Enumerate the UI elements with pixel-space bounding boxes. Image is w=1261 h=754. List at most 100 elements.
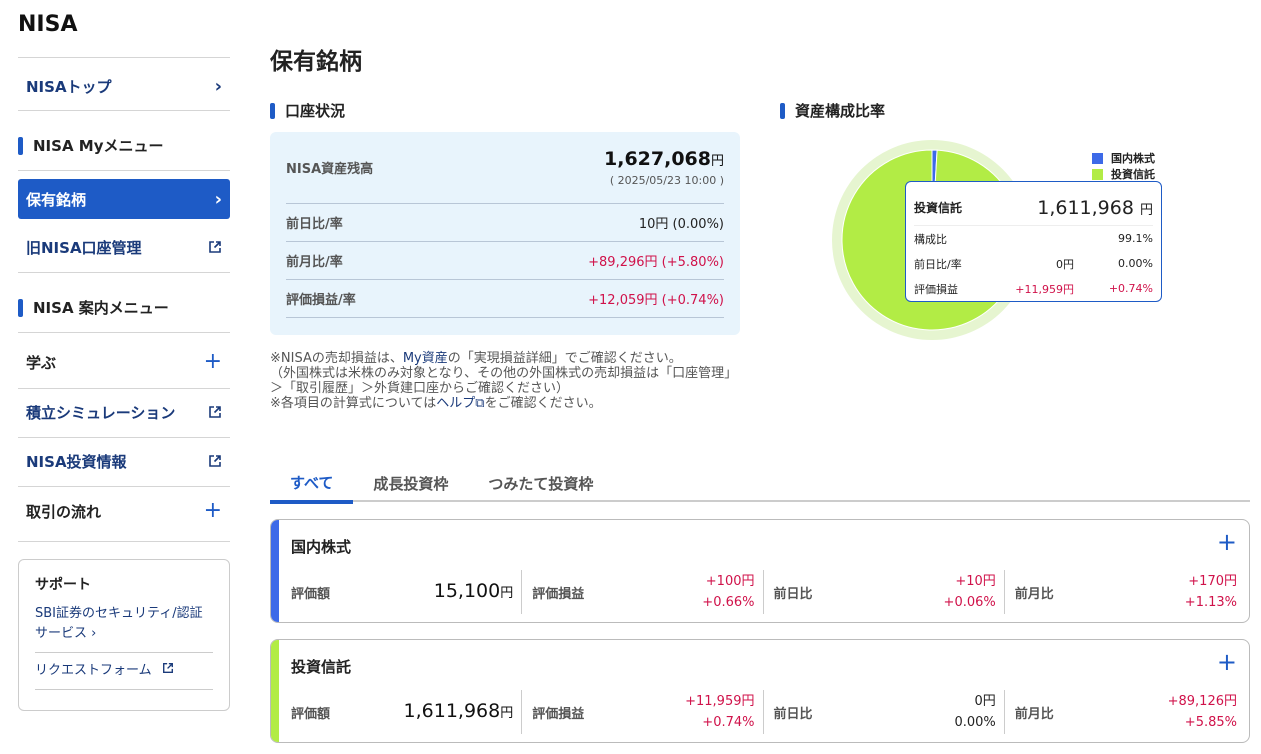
account-section-title: 口座状況 <box>270 100 345 121</box>
section-guide-menu: NISA 案内メニュー <box>18 297 169 318</box>
holding-metrics: 評価額 15,100円 評価損益 +100円 +0.66% 前日比 +10円 +0.… <box>291 570 1237 614</box>
holding-name: 国内株式 <box>291 538 352 556</box>
section-bar <box>18 136 23 155</box>
help-link[interactable]: ヘルプ <box>436 396 475 411</box>
section-bar <box>270 102 275 119</box>
row-value: +12,059円 (+0.74%) <box>588 293 724 308</box>
month-change-row: 前月比/率 +89,296円 (+5.80%) <box>286 242 724 280</box>
metric-label: 評価損益 <box>532 586 585 602</box>
tooltip-row-label: 前日比/率 <box>914 257 962 271</box>
divider <box>18 437 230 438</box>
chart-legend: 国内株式 投資信託 <box>1092 150 1155 182</box>
metric-amount: +10円 <box>955 574 996 589</box>
tooltip-row-v1: 0円 <box>1056 257 1074 271</box>
legend-swatch <box>1092 168 1103 180</box>
tooltip-value: 1,611,968 円 <box>1037 197 1153 219</box>
row-label: 評価損益/率 <box>286 293 356 308</box>
tab-tsumitate[interactable]: つみたて投資枠 <box>468 464 613 502</box>
row-value: +89,296円 (+5.80%) <box>588 255 724 270</box>
legend-label: 投資信託 <box>1111 168 1155 181</box>
tooltip-row: 評価損益 +11,959円 +0.74% <box>914 276 1153 301</box>
metric-value: +170円 +1.13% <box>1185 571 1237 613</box>
metric-day: 前日比 0円 0.00% <box>774 690 1005 734</box>
chevron-right-icon: › <box>91 626 97 641</box>
row-label: 前月比/率 <box>286 255 343 270</box>
metric-pct: +5.85% <box>1184 715 1237 730</box>
metric-label: 評価損益 <box>532 706 585 722</box>
divider <box>18 541 230 542</box>
tab-growth[interactable]: 成長投資枠 <box>353 464 468 502</box>
tooltip-row-v1: +11,959円 <box>1015 282 1074 296</box>
expand-plus-icon[interactable]: + <box>1217 650 1237 674</box>
security-link[interactable]: SBI証券のセキュリティ/認証サービス › <box>35 604 213 644</box>
sidebar-item-invest-info[interactable]: NISA投資情報 <box>18 441 230 481</box>
chevron-right-icon: › <box>214 188 222 210</box>
sidebar-item-trade-flow[interactable]: 取引の流れ + <box>18 491 230 531</box>
tooltip-row-v2: 0.00% <box>1118 257 1153 270</box>
metric-month: 前月比 +89,126円 +5.85% <box>1015 690 1237 734</box>
sidebar-item-label: NISAトップ <box>26 77 112 96</box>
balance-timestamp: ( 2025/05/23 10:00 ) <box>609 174 724 187</box>
section-title: NISA Myメニュー <box>33 137 164 155</box>
metric-day: 前日比 +10円 +0.06% <box>774 570 1005 614</box>
note-text: をご確認ください。 <box>484 396 602 411</box>
legend-item-fund[interactable]: 投資信託 <box>1092 166 1155 182</box>
tooltip-name: 投資信託 <box>914 201 963 215</box>
balance-value: 1,627,068円 <box>604 148 724 170</box>
plus-icon: + <box>203 498 222 523</box>
metric-pct: +1.13% <box>1184 595 1237 610</box>
metric-label: 前月比 <box>1014 706 1054 722</box>
balance-row: NISA資産残高 1,627,068円 ( 2025/05/23 10:00 ) <box>286 132 724 204</box>
divider <box>18 388 230 389</box>
metric-amount: +100円 <box>705 574 755 589</box>
tooltip-row-v2: +0.74% <box>1108 282 1153 295</box>
my-assets-link[interactable]: My資産 <box>403 351 448 366</box>
holding-metrics: 評価額 1,611,968円 評価損益 +11,959円 +0.74% 前日比 0… <box>291 690 1237 734</box>
security-link-label: SBI証券のセキュリティ/認証サービス <box>35 606 203 641</box>
divider <box>18 332 230 333</box>
metric-value: +100円 +0.66% <box>702 571 754 613</box>
support-title: サポート <box>35 577 91 593</box>
tab-all[interactable]: すべて <box>270 464 354 504</box>
legend-swatch <box>1092 152 1103 164</box>
metric-amount: +89,126円 <box>1167 694 1237 709</box>
chart-tooltip: 投資信託 1,611,968 円 構成比 99.1% 前日比/率 0円 0.00… <box>905 181 1162 302</box>
sidebar-item-label: NISA投資情報 <box>26 452 127 471</box>
divider <box>18 272 230 273</box>
expand-plus-icon[interactable]: + <box>1217 530 1237 554</box>
metric-pl: 評価損益 +11,959円 +0.74% <box>532 690 764 734</box>
balance-number: 1,627,068 <box>604 148 711 170</box>
sidebar-item-label: 保有銘柄 <box>26 190 87 209</box>
section-title: NISA 案内メニュー <box>33 299 169 317</box>
yen-unit: 円 <box>500 705 514 721</box>
note-text: ※各項目の計算式については <box>270 396 437 411</box>
allocation-section-title: 資産構成比率 <box>780 100 885 121</box>
metric-label: 評価額 <box>291 586 331 602</box>
tooltip-row-label: 構成比 <box>914 232 947 246</box>
day-change-row: 前日比/率 10円 (0.00%) <box>286 204 724 242</box>
legend-item-domestic[interactable]: 国内株式 <box>1092 150 1155 166</box>
divider <box>18 57 230 58</box>
sidebar-item-label: 旧NISA口座管理 <box>26 238 142 257</box>
yen-unit: 円 <box>500 585 514 601</box>
sidebar-item-nisa-top[interactable]: NISAトップ › <box>18 66 230 106</box>
sidebar-item-simulation[interactable]: 積立シミュレーション <box>18 392 230 432</box>
pl-row: 評価損益/率 +12,059円 (+0.74%) <box>286 280 724 318</box>
note-text: ※NISAの売却損益は、 <box>270 351 403 366</box>
metric-label: 前月比 <box>1014 586 1054 602</box>
metric-pct: +0.06% <box>943 595 996 610</box>
external-link-icon <box>208 454 222 468</box>
sidebar-item-holdings[interactable]: 保有銘柄 › <box>18 179 230 219</box>
sidebar-item-label: 取引の流れ <box>26 502 102 521</box>
account-status-box: NISA資産残高 1,627,068円 ( 2025/05/23 10:00 )… <box>270 132 740 335</box>
sidebar-item-learn[interactable]: 学ぶ + <box>18 342 230 382</box>
sidebar-item-old-nisa[interactable]: 旧NISA口座管理 <box>18 227 230 267</box>
metric-amount: +11,959円 <box>685 694 755 709</box>
external-link-icon <box>162 662 176 676</box>
card-stripe <box>271 520 279 622</box>
section-bar <box>780 102 785 119</box>
sidebar-item-label: 積立シミュレーション <box>26 403 176 422</box>
divider <box>35 652 213 653</box>
section-title: 資産構成比率 <box>795 102 886 120</box>
request-form-link[interactable]: リクエストフォーム <box>35 661 213 681</box>
